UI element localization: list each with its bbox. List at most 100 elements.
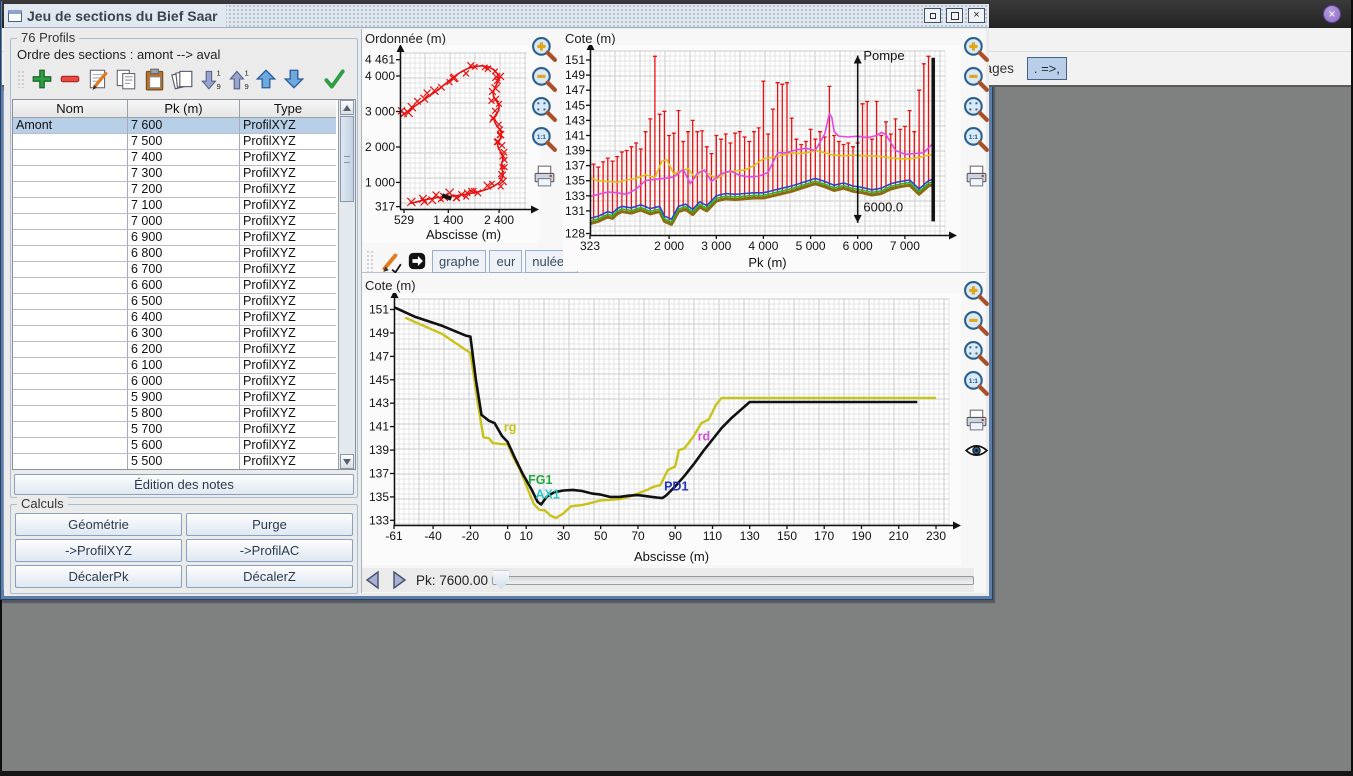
svg-text:PD1: PD1 [664, 480, 688, 494]
svg-text:149: 149 [369, 326, 389, 340]
paste-icon[interactable] [142, 67, 166, 91]
table-row[interactable]: 6 300ProfilXYZ [13, 326, 338, 342]
calc-purge-button[interactable]: Purge [186, 513, 353, 536]
scrollbar-down-arrow[interactable] [340, 454, 354, 469]
sort-ascending-icon[interactable]: 19 [226, 67, 250, 91]
plan-zoom-in-icon[interactable] [531, 36, 558, 63]
table-row[interactable]: 5 700ProfilXYZ [13, 422, 338, 438]
table-row[interactable]: 7 400ProfilXYZ [13, 150, 338, 166]
svg-text:150: 150 [777, 529, 797, 543]
sections-maximize-button[interactable] [946, 8, 963, 23]
toolbar-overflow-chip[interactable]: . =>, [1027, 57, 1067, 80]
plan-tabs-handle[interactable] [366, 250, 375, 272]
table-row[interactable]: 5 500ProfilXYZ [13, 454, 338, 470]
move-down-icon[interactable] [282, 67, 306, 91]
scrollbar-up-arrow[interactable] [340, 100, 354, 115]
svg-text:135: 135 [565, 174, 585, 188]
sections-window: Jeu de sections du Bief Saar × 76 Profil… [0, 0, 993, 600]
sections-window-title: Jeu de sections du Bief Saar [27, 8, 218, 24]
svg-text:Abscisse (m): Abscisse (m) [426, 227, 501, 242]
calc-profilac-button[interactable]: ->ProfilAC [186, 539, 353, 562]
svg-text:3 000: 3 000 [365, 105, 395, 119]
edit-profile-icon[interactable] [86, 67, 110, 91]
table-row[interactable]: 6 200ProfilXYZ [13, 342, 338, 358]
table-row[interactable]: 7 500ProfilXYZ [13, 134, 338, 150]
plan-view-chart[interactable]: 5291 4002 4004 4614 0003 0002 0001 00031… [363, 45, 539, 243]
long-zoom-in-icon[interactable] [963, 36, 989, 63]
long-zoom-fit-icon[interactable] [963, 96, 989, 123]
sort-descending-icon[interactable]: 19 [198, 67, 222, 91]
calc-decalerpk-button[interactable]: DécalerPk [15, 565, 182, 588]
profiles-toolbar-handle[interactable] [17, 70, 26, 88]
sections-titlebar[interactable]: Jeu de sections du Bief Saar × [4, 4, 989, 28]
svg-text:147: 147 [565, 83, 585, 97]
sections-minimize-button[interactable] [924, 8, 941, 23]
edit-notes-button[interactable]: Édition des notes [14, 474, 354, 495]
validate-icon[interactable] [322, 67, 346, 91]
svg-text:143: 143 [565, 113, 585, 127]
table-row[interactable]: Amont7 600ProfilXYZ [13, 118, 338, 134]
table-row[interactable]: 5 900ProfilXYZ [13, 390, 338, 406]
table-row[interactable]: 6 100ProfilXYZ [13, 358, 338, 374]
long-print-icon[interactable] [963, 162, 989, 189]
tab-eur[interactable]: eur [489, 250, 522, 273]
svg-text:135: 135 [369, 490, 389, 504]
table-row[interactable]: 6 400ProfilXYZ [13, 310, 338, 326]
add-profile-icon[interactable] [30, 67, 54, 91]
pk-slider-thumb[interactable] [493, 571, 509, 590]
table-row[interactable]: 6 500ProfilXYZ [13, 294, 338, 310]
plan-tools-column: 1:1 [531, 36, 559, 246]
plan-zoom-1-1-icon[interactable]: 1:1 [531, 126, 558, 153]
svg-text:FG1: FG1 [528, 473, 552, 487]
visibility-eye-icon[interactable] [963, 437, 989, 464]
plan-print-icon[interactable] [531, 162, 558, 189]
move-up-icon[interactable] [254, 67, 278, 91]
export-arrow-icon[interactable] [407, 251, 427, 271]
scrollbar-thumb[interactable] [340, 116, 354, 202]
svg-text:Abscisse (m): Abscisse (m) [634, 549, 709, 564]
longitudinal-chart[interactable]: Pompe6000.03232 0003 0004 0005 0006 0007… [563, 45, 961, 271]
cross-print-icon[interactable] [963, 406, 989, 433]
svg-text:9: 9 [217, 82, 221, 91]
cross-section-chart[interactable]: rgFG1AX1PD1rd-61-40-20010305070901101301… [363, 293, 961, 565]
long-zoom-1-1-icon[interactable]: 1:1 [963, 126, 989, 153]
previous-profile-button[interactable] [362, 569, 384, 591]
cross-zoom-out-icon[interactable] [963, 310, 989, 337]
svg-text:149: 149 [565, 68, 585, 82]
cross-tools-column: 1:1 [963, 280, 989, 520]
table-row[interactable]: 6 700ProfilXYZ [13, 262, 338, 278]
cross-zoom-1-1-icon[interactable]: 1:1 [963, 370, 989, 397]
plan-zoom-out-icon[interactable] [531, 66, 558, 93]
svg-text:210: 210 [889, 529, 909, 543]
table-row[interactable]: 7 200ProfilXYZ [13, 182, 338, 198]
cross-zoom-in-icon[interactable] [963, 280, 989, 307]
calc-decalerz-button[interactable]: DécalerZ [186, 565, 353, 588]
svg-text:0: 0 [504, 529, 511, 543]
table-row[interactable]: 7 100ProfilXYZ [13, 198, 338, 214]
pk-slider-track[interactable] [492, 576, 974, 585]
table-row[interactable]: 5 800ProfilXYZ [13, 406, 338, 422]
cross-zoom-fit-icon[interactable] [963, 340, 989, 367]
table-row[interactable]: 7 000ProfilXYZ [13, 214, 338, 230]
long-zoom-out-icon[interactable] [963, 66, 989, 93]
tab-graphe[interactable]: graphe [432, 250, 486, 273]
next-profile-button[interactable] [388, 569, 410, 591]
window-close-button[interactable]: × [1323, 5, 1341, 23]
remove-profile-icon[interactable] [58, 67, 82, 91]
plan-zoom-fit-icon[interactable] [531, 96, 558, 123]
sections-close-button[interactable]: × [968, 8, 985, 23]
table-row[interactable]: 7 300ProfilXYZ [13, 166, 338, 182]
calc-geometrie-button[interactable]: Géométrie [15, 513, 182, 536]
copy-icon[interactable] [114, 67, 138, 91]
annotate-pencil-icon[interactable] [379, 249, 403, 273]
calc-profilxyz-button[interactable]: ->ProfilXYZ [15, 539, 182, 562]
table-row[interactable]: 6 800ProfilXYZ [13, 246, 338, 262]
duplicate-icon[interactable] [170, 67, 194, 91]
table-row[interactable]: 5 600ProfilXYZ [13, 438, 338, 454]
profiles-table-header[interactable]: NomPk (m)Type [13, 100, 338, 118]
svg-text:2 000: 2 000 [365, 140, 395, 154]
profiles-scrollbar[interactable] [338, 100, 355, 469]
table-row[interactable]: 6 900ProfilXYZ [13, 230, 338, 246]
table-row[interactable]: 6 600ProfilXYZ [13, 278, 338, 294]
table-row[interactable]: 6 000ProfilXYZ [13, 374, 338, 390]
